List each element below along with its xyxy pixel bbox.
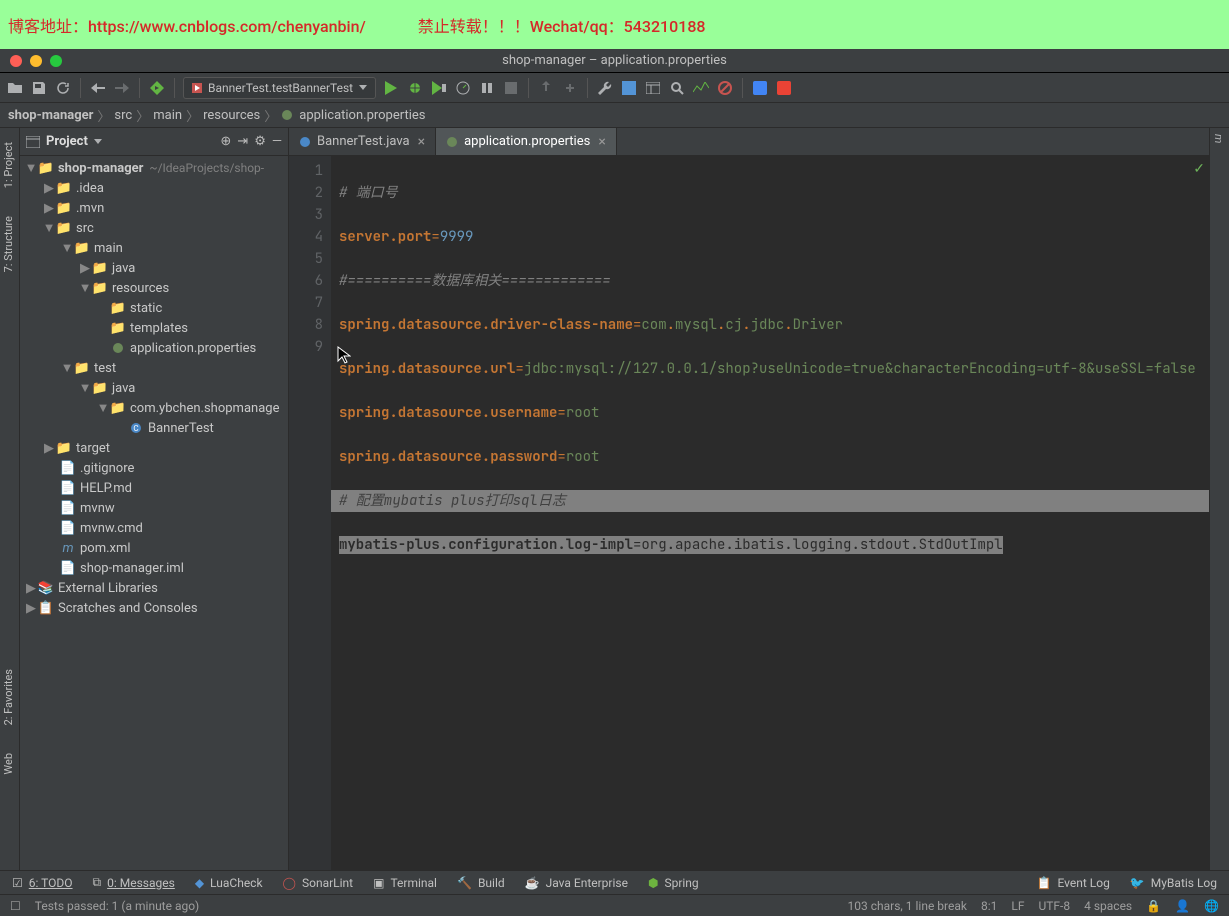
vcs-update-icon[interactable] <box>537 79 555 97</box>
project-panel-header: Project ⊕ ⇥ ⚙ — <box>20 128 288 156</box>
window-title: shop-manager – application.properties <box>502 53 727 68</box>
save-icon[interactable] <box>30 79 48 97</box>
vcs-commit-icon[interactable] <box>561 79 579 97</box>
status-bar: ☐ Tests passed: 1 (a minute ago) 103 cha… <box>0 894 1229 916</box>
refresh-icon[interactable] <box>54 79 72 97</box>
structure-icon[interactable] <box>620 79 638 97</box>
bottom-mybatislog[interactable]: 🐦 MyBatis Log <box>1130 876 1217 890</box>
bottom-todo[interactable]: ☑ 6: TODO <box>12 876 73 890</box>
run-configuration-selector[interactable]: BannerTest.testBannerTest <box>183 77 376 99</box>
crumb-root[interactable]: shop-manager <box>8 108 93 123</box>
ide-window: shop-manager – application.properties Ba… <box>0 49 1229 916</box>
left-stripe: 1: Project 7: Structure 2: Favorites Web <box>0 128 20 870</box>
translate-icon[interactable] <box>751 79 769 97</box>
show-tips-icon[interactable]: ☐ <box>10 899 21 913</box>
profile-icon[interactable] <box>454 79 472 97</box>
close-icon[interactable]: × <box>598 134 605 150</box>
close-window-button[interactable] <box>10 55 22 67</box>
project-icon <box>26 136 40 148</box>
editor-tabs: BannerTest.java× application.properties× <box>289 128 1209 156</box>
panel-title: Project <box>46 134 88 149</box>
project-tool-tab[interactable]: 1: Project <box>0 134 17 196</box>
crumb-src[interactable]: src <box>114 108 132 123</box>
hotswap-icon[interactable] <box>478 79 496 97</box>
crumb-main[interactable]: main <box>153 108 182 123</box>
collapse-icon[interactable]: ⇥ <box>237 134 248 149</box>
run-icon[interactable] <box>382 79 400 97</box>
code-editor[interactable]: 123456789 # 端口号 server.port=9999 #======… <box>289 156 1209 870</box>
hide-icon[interactable]: — <box>272 134 282 149</box>
bottom-toolbar: ☑ 6: TODO ⧉ 0: Messages ◆ LuaCheck ◯ Son… <box>0 870 1229 894</box>
titlebar: shop-manager – application.properties <box>0 49 1229 73</box>
status-chars: 103 chars, 1 line break <box>848 899 967 913</box>
main-area: 1: Project 7: Structure 2: Favorites Web… <box>0 128 1229 870</box>
back-icon[interactable] <box>89 79 107 97</box>
memory-icon[interactable]: 👤 <box>1175 899 1190 913</box>
wrench-icon[interactable] <box>596 79 614 97</box>
bottom-luacheck[interactable]: ◆ LuaCheck <box>195 876 263 890</box>
crumb-resources[interactable]: resources <box>203 108 260 123</box>
zoom-window-button[interactable] <box>50 55 62 67</box>
gear-icon[interactable]: ⚙ <box>254 134 266 149</box>
structure-tool-tab[interactable]: 7: Structure <box>0 208 17 280</box>
bottom-eventlog[interactable]: 📋 Event Log <box>1037 876 1110 890</box>
line-gutter: 123456789 <box>289 156 331 870</box>
mouse-cursor <box>337 302 438 410</box>
status-encoding[interactable]: UTF-8 <box>1038 899 1070 913</box>
bottom-sonarlint[interactable]: ◯ SonarLint <box>283 876 354 890</box>
breadcrumb: shop-manager〉 src〉 main〉 resources〉 appl… <box>0 103 1229 128</box>
project-panel: Project ⊕ ⇥ ⚙ — ▼📁shop-manager~/IdeaProj… <box>20 128 289 870</box>
favorites-tool-tab[interactable]: 2: Favorites <box>0 661 17 733</box>
target-icon[interactable]: ⊕ <box>220 134 231 149</box>
minimize-window-button[interactable] <box>30 55 42 67</box>
status-tests: Tests passed: 1 (a minute ago) <box>35 899 199 913</box>
status-position[interactable]: 8:1 <box>981 899 997 913</box>
bottom-javaee[interactable]: ☕ Java Enterprise <box>525 876 628 890</box>
tab-bannertest[interactable]: BannerTest.java× <box>289 128 436 155</box>
code-content[interactable]: # 端口号 server.port=9999 #==========数据库相关=… <box>331 156 1209 870</box>
open-icon[interactable] <box>6 79 24 97</box>
right-stripe: m <box>1209 128 1229 870</box>
bottom-spring[interactable]: ⬢ Spring <box>648 876 699 890</box>
status-indent[interactable]: 4 spaces <box>1084 899 1132 913</box>
crumb-file[interactable]: application.properties <box>281 108 425 123</box>
layout-icon[interactable] <box>644 79 662 97</box>
editor-area: BannerTest.java× application.properties×… <box>289 128 1209 870</box>
web-tool-tab[interactable]: Web <box>0 745 17 783</box>
close-icon[interactable]: × <box>418 134 425 150</box>
bottom-build[interactable]: 🔨 Build <box>457 876 505 890</box>
inspection-ok-icon[interactable]: ✓ <box>1193 160 1205 178</box>
debug-icon[interactable] <box>406 79 424 97</box>
search-icon[interactable] <box>668 79 686 97</box>
stop-icon[interactable] <box>502 79 520 97</box>
chrome-icon[interactable]: 🌐 <box>1204 899 1219 913</box>
tab-applicationproperties[interactable]: application.properties× <box>436 128 617 155</box>
bottom-terminal[interactable]: ▣ Terminal <box>373 876 437 890</box>
block-icon[interactable] <box>716 79 734 97</box>
lock-icon[interactable]: 🔒 <box>1146 899 1161 913</box>
translate2-icon[interactable] <box>775 79 793 97</box>
window-controls <box>0 55 62 67</box>
status-lineending[interactable]: LF <box>1011 899 1024 913</box>
chevron-down-icon[interactable] <box>94 139 102 144</box>
coverage-icon[interactable] <box>430 79 448 97</box>
build-icon[interactable] <box>148 79 166 97</box>
graph-icon[interactable] <box>692 79 710 97</box>
main-toolbar: BannerTest.testBannerTest <box>0 73 1229 103</box>
watermark-banner: 博客地址：https://www.cnblogs.com/chenyanbin/… <box>0 0 1229 49</box>
bottom-messages[interactable]: ⧉ 0: Messages <box>93 875 175 890</box>
forward-icon[interactable] <box>113 79 131 97</box>
svg-text:C: C <box>133 424 138 433</box>
project-tree[interactable]: ▼📁shop-manager~/IdeaProjects/shop- ▶📁.id… <box>20 156 288 870</box>
